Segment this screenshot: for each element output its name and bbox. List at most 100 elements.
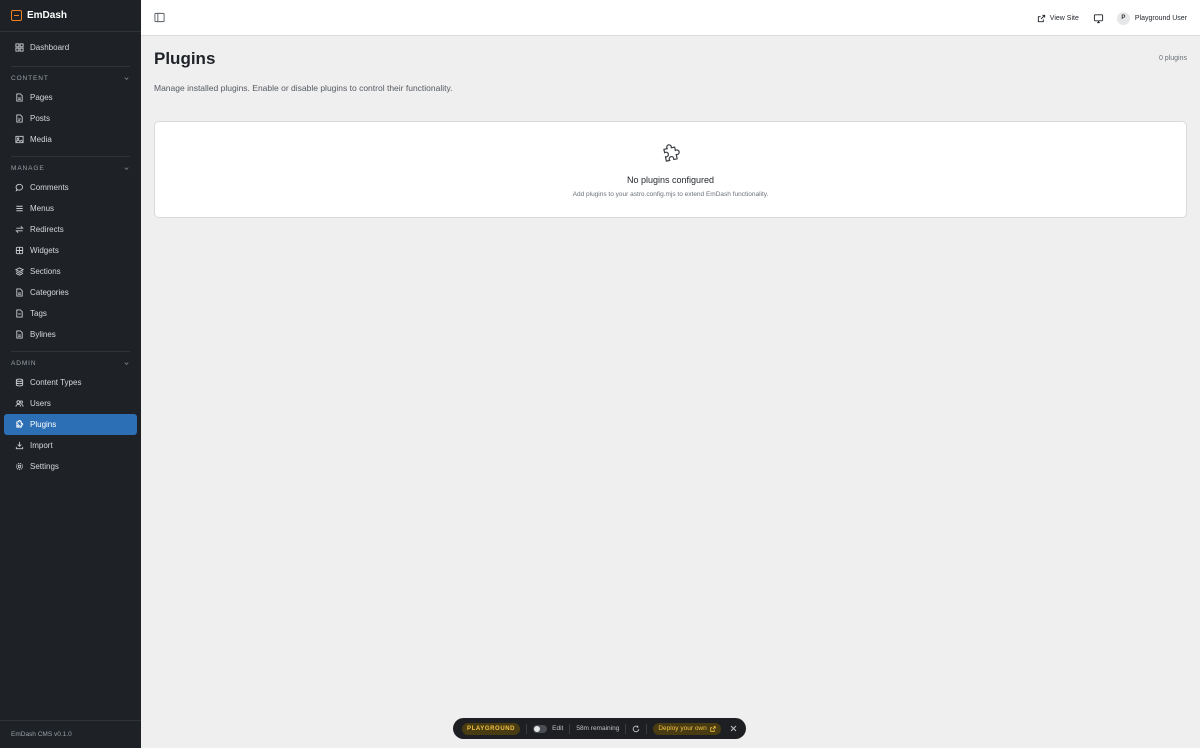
divider	[646, 723, 648, 734]
sidebar-item-label: Import	[30, 441, 53, 450]
sidebar-item-users[interactable]: Users	[4, 393, 137, 414]
post-icon	[15, 114, 24, 123]
section-title: ADMIN	[11, 360, 37, 367]
plugin-count: 0 plugins	[1158, 55, 1187, 62]
sidebar-toggle-icon[interactable]	[154, 12, 165, 23]
close-icon[interactable]	[730, 725, 737, 732]
sidebar-item-import[interactable]: Import	[4, 435, 137, 456]
empty-state-card: No plugins configured Add plugins to you…	[154, 121, 1187, 218]
users-icon	[15, 399, 24, 408]
sidebar-item-comments[interactable]: Comments	[4, 177, 137, 198]
deploy-button[interactable]: Deploy your own	[653, 722, 721, 735]
sidebar-item-categories[interactable]: Categories	[4, 282, 137, 303]
sidebar-item-content-types[interactable]: Content Types	[4, 372, 137, 393]
divider	[625, 723, 627, 734]
edit-label: Edit	[552, 725, 564, 732]
page-description: Manage installed plugins. Enable or disa…	[154, 83, 453, 93]
sidebar-item-bylines[interactable]: Bylines	[4, 324, 137, 345]
database-icon	[15, 378, 24, 387]
redirect-icon	[15, 225, 24, 234]
emdash-logo-icon	[11, 10, 22, 21]
puzzle-icon	[15, 420, 24, 429]
sidebar-item-label: Settings	[30, 462, 59, 471]
sidebar-item-label: Sections	[30, 267, 61, 276]
view-site-link[interactable]: View Site	[1037, 14, 1079, 23]
sidebar-item-label: Menus	[30, 204, 55, 213]
sidebar-item-label: Plugins	[30, 420, 57, 429]
comment-icon	[15, 183, 24, 192]
sidebar-item-settings[interactable]: Settings	[4, 456, 137, 477]
topbar-actions: View Site P Playground User	[1037, 0, 1187, 36]
playground-bar: PLAYGROUND Edit 58m remaining Deploy you…	[453, 718, 746, 739]
divider	[526, 723, 528, 734]
dashboard-grid-icon	[15, 43, 24, 52]
sidebar-item-label: Pages	[30, 93, 53, 102]
sidebar-item-redirects[interactable]: Redirects	[4, 219, 137, 240]
empty-state-subtitle: Add plugins to your astro.config.mjs to …	[572, 191, 769, 198]
widget-icon	[15, 246, 24, 255]
sidebar-item-label: Dashboard	[30, 43, 70, 52]
gear-icon	[15, 462, 24, 471]
avatar: P	[1116, 11, 1130, 25]
chevron-down-icon	[124, 77, 129, 80]
sidebar-item-label: Media	[30, 135, 52, 144]
sidebar-item-label: Users	[30, 399, 51, 408]
sidebar-item-label: Content Types	[30, 378, 82, 387]
section-title: CONTENT	[11, 75, 49, 82]
page-icon	[15, 93, 24, 102]
section-header-admin[interactable]: ADMIN	[0, 355, 141, 372]
sidebar-item-sections[interactable]: Sections	[4, 261, 137, 282]
deploy-label: Deploy your own	[658, 725, 707, 732]
main-content: Plugins 0 plugins Manage installed plugi…	[141, 36, 1200, 748]
layers-icon	[15, 267, 24, 276]
empty-state-title: No plugins configured	[626, 175, 715, 185]
monitor-icon[interactable]	[1093, 13, 1104, 24]
sidebar-item-media[interactable]: Media	[4, 129, 137, 150]
sidebar-item-plugins[interactable]: Plugins	[4, 414, 137, 435]
section-header-content[interactable]: CONTENT	[0, 70, 141, 87]
page-title: Plugins	[154, 49, 216, 68]
external-link-icon	[710, 725, 716, 732]
puzzle-icon	[662, 144, 680, 162]
import-icon	[15, 441, 24, 450]
menu-icon	[15, 204, 24, 213]
section-divider	[11, 351, 130, 352]
sidebar-item-dashboard[interactable]: Dashboard	[4, 37, 137, 58]
edit-toggle[interactable]	[533, 724, 548, 733]
image-icon	[15, 135, 24, 144]
sidebar-item-pages[interactable]: Pages	[4, 87, 137, 108]
sidebar: EmDash Dashboard CONTENT Pages Posts Med…	[0, 0, 141, 748]
topbar: View Site P Playground User	[141, 0, 1200, 36]
sidebar-item-label: Bylines	[30, 330, 56, 339]
divider	[569, 723, 571, 734]
sidebar-item-menus[interactable]: Menus	[4, 198, 137, 219]
time-remaining: 58m remaining	[576, 725, 620, 732]
brand[interactable]: EmDash	[0, 0, 141, 32]
tag-icon	[15, 309, 24, 318]
section-header-manage[interactable]: MANAGE	[0, 160, 141, 177]
view-site-label: View Site	[1049, 14, 1079, 22]
section-divider	[11, 156, 130, 157]
sidebar-item-widgets[interactable]: Widgets	[4, 240, 137, 261]
sidebar-item-label: Redirects	[30, 225, 64, 234]
sidebar-item-label: Posts	[30, 114, 51, 123]
external-link-icon	[1037, 14, 1045, 22]
section-title: MANAGE	[11, 165, 45, 172]
user-menu[interactable]: P Playground User	[1116, 11, 1187, 25]
chevron-down-icon	[124, 167, 129, 170]
version-label: EmDash CMS v0.1.0	[11, 731, 72, 738]
sidebar-item-tags[interactable]: Tags	[4, 303, 137, 324]
sidebar-item-label: Comments	[30, 183, 69, 192]
sidebar-item-label: Widgets	[30, 246, 59, 255]
sidebar-item-label: Categories	[30, 288, 69, 297]
category-icon	[15, 288, 24, 297]
user-name: Playground User	[1134, 14, 1187, 22]
brand-name: EmDash	[27, 10, 68, 21]
refresh-icon[interactable]	[632, 725, 640, 733]
sidebar-footer: EmDash CMS v0.1.0	[0, 720, 141, 748]
byline-icon	[15, 330, 24, 339]
section-divider	[11, 66, 130, 67]
chevron-down-icon	[124, 362, 129, 365]
sidebar-item-label: Tags	[30, 309, 47, 318]
sidebar-item-posts[interactable]: Posts	[4, 108, 137, 129]
